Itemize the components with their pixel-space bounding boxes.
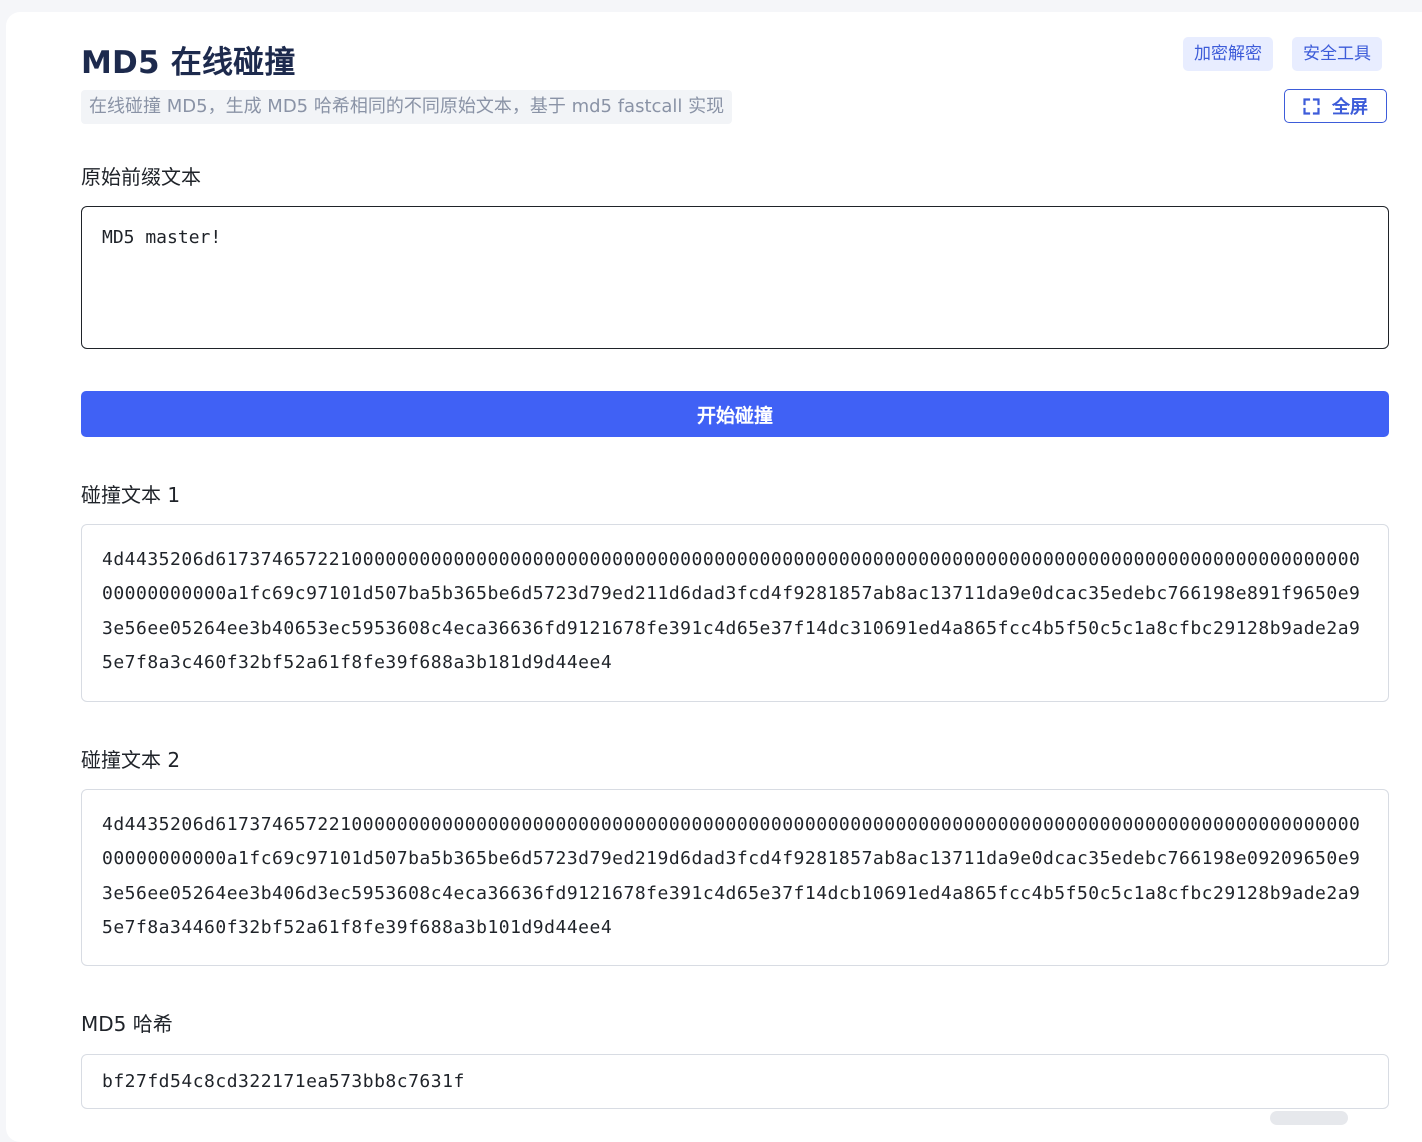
fullscreen-icon <box>1303 97 1320 115</box>
scroll-hint <box>1270 1111 1348 1125</box>
fullscreen-label: 全屏 <box>1332 97 1368 118</box>
page-title: MD5 在线碰撞 <box>81 45 296 81</box>
collision1-output[interactable]: 4d4435206d617374657221000000000000000000… <box>81 524 1389 702</box>
md5-hash-output[interactable]: bf27fd54c8cd322171ea573bb8c7631f <box>81 1054 1389 1109</box>
tag-crypto[interactable]: 加密解密 <box>1183 37 1273 71</box>
start-collision-button[interactable]: 开始碰撞 <box>81 391 1389 437</box>
fullscreen-button[interactable]: 全屏 <box>1284 89 1387 123</box>
collision2-label: 碰撞文本 2 <box>81 748 181 772</box>
collision2-output[interactable]: 4d4435206d617374657221000000000000000000… <box>81 789 1389 966</box>
collision1-label: 碰撞文本 1 <box>81 483 181 507</box>
hash-label: MD5 哈希 <box>81 1012 173 1036</box>
page-subtitle: 在线碰撞 MD5，生成 MD5 哈希相同的不同原始文本，基于 md5 fastc… <box>81 90 733 124</box>
prefix-label: 原始前缀文本 <box>81 165 201 189</box>
prefix-text-input[interactable] <box>81 206 1389 349</box>
tag-security-tools[interactable]: 安全工具 <box>1292 37 1382 71</box>
